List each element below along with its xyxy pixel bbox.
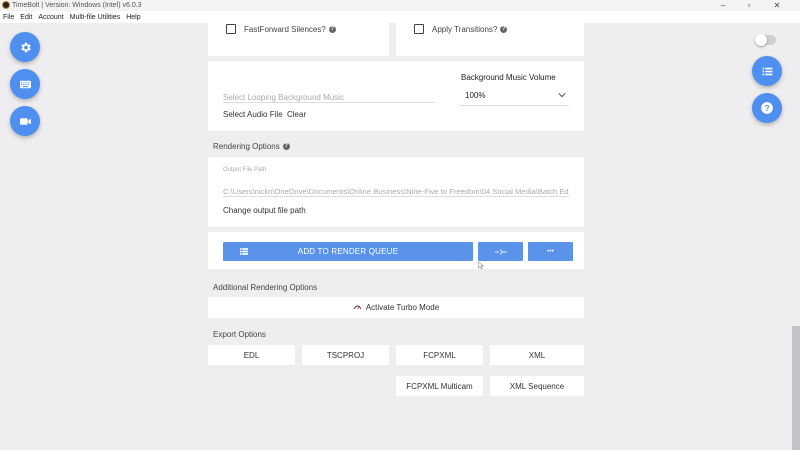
select-audio-file-button[interactable]: Select Audio File <box>223 110 283 119</box>
clear-button[interactable]: Clear <box>287 110 306 119</box>
menu-bar: File Edit Account Multi-file Utilities H… <box>0 11 800 23</box>
window-title: TimeBolt | Version: Windows (Intel) v6.0… <box>12 2 142 9</box>
volume-label: Background Music Volume <box>461 73 556 82</box>
background-music-input[interactable]: Select Looping Background Music <box>223 87 435 103</box>
volume-select[interactable]: 100% <box>459 84 569 106</box>
turbo-mode-button[interactable]: Activate Turbo Mode <box>208 297 584 318</box>
minimize-button[interactable]: – <box>710 0 736 11</box>
export-fcpxml-button[interactable]: FCPXML <box>396 345 483 365</box>
help-icon[interactable]: ? <box>500 26 508 34</box>
export-edl-button[interactable]: EDL <box>208 345 295 365</box>
background-music-placeholder: Select Looping Background Music <box>223 93 344 102</box>
output-path-value: C:\Users\nickn\OneDrive\Documents\Online… <box>223 187 569 196</box>
render-queue-button[interactable] <box>752 56 782 86</box>
add-to-render-queue-label: ADD TO RENDER QUEUE <box>297 247 399 256</box>
list-icon <box>240 248 248 255</box>
menu-multi-file-utilities[interactable]: Multi-file Utilities <box>70 14 121 21</box>
fastforward-checkbox[interactable] <box>226 24 236 34</box>
output-path-card: Output File Path C:\Users\nickn\OneDrive… <box>208 157 584 227</box>
export-tscproj-button[interactable]: TSCPROJ <box>302 345 389 365</box>
turbo-mode-label: Activate Turbo Mode <box>365 303 440 312</box>
rendering-options-title: Rendering Options? <box>213 142 290 151</box>
chevron-down-icon <box>558 93 566 98</box>
help-button[interactable]: ? <box>752 93 782 123</box>
speedometer-icon <box>353 305 361 310</box>
menu-file[interactable]: File <box>3 14 14 21</box>
mouse-cursor-icon <box>477 261 484 270</box>
gear-icon <box>20 42 31 52</box>
export-fcpxml-multicam-button[interactable]: FCPXML Multicam <box>396 376 483 396</box>
scrollbar-thumb[interactable] <box>792 326 800 450</box>
help-icon: ? <box>761 102 773 114</box>
volume-value: 100% <box>465 91 486 100</box>
fastforward-label: FastForward Silences? <box>244 25 326 34</box>
output-path-input[interactable]: C:\Users\nickn\OneDrive\Documents\Online… <box>223 181 569 197</box>
arrow-dots-icon <box>494 248 507 255</box>
preview-render-button[interactable] <box>478 242 523 261</box>
menu-edit[interactable]: Edit <box>20 14 32 21</box>
video-camera-icon <box>19 117 31 125</box>
keyboard-icon <box>19 80 31 88</box>
export-xml-sequence-button[interactable]: XML Sequence <box>490 376 584 396</box>
output-path-label: Output File Path <box>223 167 267 173</box>
export-xml-button[interactable]: XML <box>490 345 584 365</box>
additional-options-title: Additional Rendering Options <box>213 283 318 292</box>
more-options-button[interactable]: ••• <box>528 242 573 261</box>
help-icon[interactable]: ? <box>328 26 336 34</box>
export-options-title: Export Options <box>213 330 266 339</box>
transitions-checkbox[interactable] <box>414 24 424 34</box>
maximize-button[interactable]: ▫ <box>736 0 762 11</box>
menu-help[interactable]: Help <box>126 14 140 21</box>
fastforward-card: FastForward Silences?? <box>208 23 389 56</box>
list-icon <box>762 67 772 75</box>
help-icon[interactable]: ? <box>282 143 290 151</box>
transitions-card: Apply Transitions?? <box>396 23 584 56</box>
menu-account[interactable]: Account <box>38 14 63 21</box>
theme-toggle[interactable] <box>755 34 776 46</box>
change-output-path-button[interactable]: Change output file path <box>223 206 306 215</box>
settings-button[interactable] <box>10 32 40 62</box>
close-button[interactable]: ✕ <box>764 0 790 11</box>
app-logo-icon <box>2 1 10 9</box>
svg-text:?: ? <box>765 104 770 113</box>
title-bar: TimeBolt | Version: Windows (Intel) v6.0… <box>0 0 800 11</box>
video-button[interactable] <box>10 106 40 136</box>
transitions-label: Apply Transitions? <box>432 25 498 34</box>
keyboard-shortcuts-button[interactable] <box>10 69 40 99</box>
add-to-render-queue-button[interactable]: ADD TO RENDER QUEUE <box>223 242 473 261</box>
